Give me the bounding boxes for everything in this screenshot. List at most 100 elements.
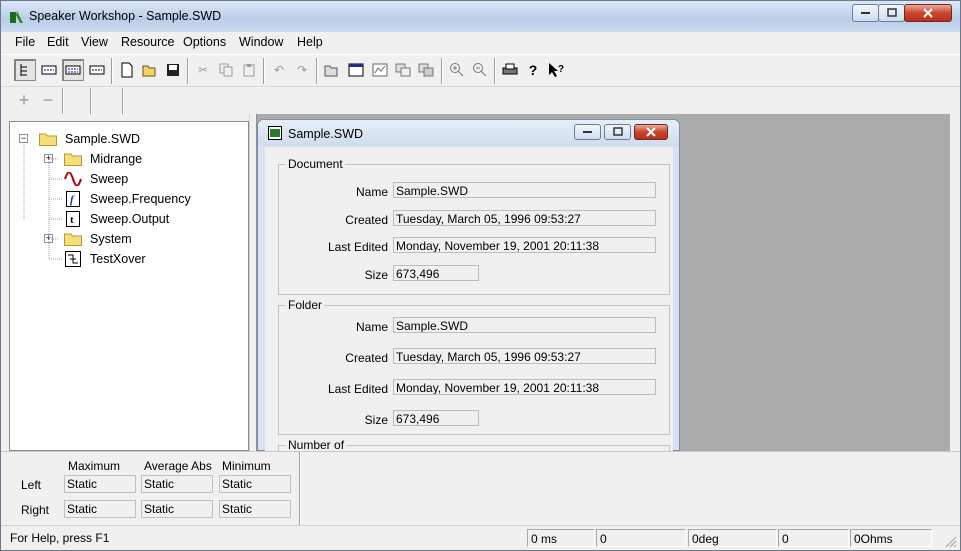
- menu-view[interactable]: View: [81, 35, 108, 49]
- menu-file[interactable]: File: [15, 35, 35, 49]
- tree-item-label: Sample.SWD: [65, 132, 141, 146]
- stat-header-minimum: Minimum: [222, 459, 271, 473]
- field-label: Created: [345, 213, 388, 227]
- open-resource-button[interactable]: [321, 59, 343, 81]
- zoom-in-button[interactable]: [446, 59, 468, 81]
- folder-group: Folder Name Sample.SWD Created Tuesday, …: [278, 298, 670, 435]
- folder-created-field[interactable]: Tuesday, March 05, 1996 09:53:27: [393, 348, 656, 364]
- stat-right-average: Static: [141, 500, 213, 518]
- printer-icon: [502, 63, 518, 75]
- status-phase: 0deg: [688, 529, 777, 547]
- undo-button[interactable]: ↶: [268, 59, 290, 81]
- chart-button[interactable]: [369, 59, 391, 81]
- title-bar: Speaker Workshop - Sample.SWD: [1, 1, 960, 32]
- toolbar-separator: [263, 58, 265, 84]
- folder-name-field[interactable]: Sample.SWD: [393, 317, 656, 333]
- minus-icon: −: [42, 89, 54, 110]
- properties-button[interactable]: [345, 59, 367, 81]
- add-button[interactable]: +: [13, 89, 35, 111]
- question-mark-icon: ?: [528, 62, 538, 78]
- stats-divider: [299, 452, 301, 526]
- toolbar-separator: [494, 58, 496, 84]
- child-window-title: Sample.SWD: [288, 127, 364, 141]
- window-title: Speaker Workshop - Sample.SWD: [29, 9, 222, 23]
- document-edited-field[interactable]: Monday, November 19, 2001 20:11:38: [393, 237, 656, 253]
- pane-splitter[interactable]: [249, 114, 257, 451]
- tree-item-label: System: [90, 232, 132, 246]
- properties-window-icon: [348, 63, 364, 77]
- main-toolbar: ✂ ↶ ↷ ? ?: [1, 54, 960, 86]
- toolbar-separator: [62, 88, 64, 114]
- paste-icon: [243, 64, 255, 77]
- document-created-field[interactable]: Tuesday, March 05, 1996 09:53:27: [393, 210, 656, 226]
- copy-icon: [219, 63, 233, 77]
- open-button[interactable]: [139, 59, 161, 81]
- small-icons-button[interactable]: [38, 59, 60, 81]
- restore-button[interactable]: [878, 4, 905, 22]
- document-size-field[interactable]: 673,496: [393, 265, 479, 281]
- zoom-out-button[interactable]: [469, 59, 491, 81]
- list-view-icon: [65, 65, 81, 75]
- tile-button[interactable]: [392, 59, 414, 81]
- menu-bar: File Edit View Resource Options Window H…: [1, 32, 960, 53]
- tree-connector-lines: [23, 144, 62, 260]
- blank-tool-button-2[interactable]: [94, 89, 116, 111]
- child-title-bar[interactable]: Sample.SWD: [258, 120, 679, 146]
- child-window-body: Document Name Sample.SWD Created Tuesday…: [265, 147, 673, 452]
- main-window: Speaker Workshop - Sample.SWD File Edit …: [0, 0, 961, 551]
- menu-options[interactable]: Options: [183, 35, 226, 49]
- chart-icon: [372, 63, 388, 77]
- child-close-button[interactable]: [634, 124, 668, 140]
- list-view-button[interactable]: [62, 59, 84, 81]
- child-maximize-button[interactable]: [604, 124, 631, 140]
- folder-size-field[interactable]: 673,496: [393, 410, 479, 426]
- toolbar-separator: [90, 88, 92, 114]
- blank-tool-button-1[interactable]: [67, 89, 89, 111]
- cascade-button[interactable]: [415, 59, 437, 81]
- status-value-2: 0: [778, 529, 849, 547]
- zoom-out-icon: [473, 63, 487, 77]
- cut-button[interactable]: ✂: [192, 59, 214, 81]
- stat-row-label-right: Right: [21, 503, 50, 517]
- menu-edit[interactable]: Edit: [47, 35, 69, 49]
- menu-resource[interactable]: Resource: [121, 35, 175, 49]
- secondary-toolbar: + −: [1, 86, 960, 114]
- cascade-windows-icon: [418, 63, 434, 77]
- child-minimize-button[interactable]: [574, 124, 601, 140]
- document-group: Document Name Sample.SWD Created Tuesday…: [278, 157, 670, 295]
- help-about-button[interactable]: ?: [522, 59, 544, 81]
- close-button[interactable]: [904, 4, 952, 22]
- document-name-field[interactable]: Sample.SWD: [393, 182, 656, 198]
- print-button[interactable]: [499, 59, 521, 81]
- new-button[interactable]: [116, 59, 138, 81]
- folder-edited-field[interactable]: Monday, November 19, 2001 20:11:38: [393, 379, 656, 395]
- group-legend: Number of: [286, 438, 347, 452]
- group-legend: Document: [286, 157, 345, 171]
- menu-help[interactable]: Help: [297, 35, 323, 49]
- menu-window[interactable]: Window: [239, 35, 283, 49]
- maximize-icon: [612, 127, 623, 136]
- minimize-icon: [860, 12, 870, 14]
- small-icons-icon: [41, 65, 57, 75]
- remove-button[interactable]: −: [37, 89, 59, 111]
- details-view-icon: [89, 65, 105, 75]
- paste-button[interactable]: [238, 59, 260, 81]
- field-label: Size: [364, 413, 388, 427]
- svg-text:t: t: [70, 214, 74, 226]
- status-bar: For Help, press F1 0 ms 0 0deg 0 0Ohms: [1, 525, 960, 550]
- save-button[interactable]: [162, 59, 184, 81]
- stats-panel: Maximum Average Abs Minimum Left Static …: [1, 451, 960, 526]
- tree-view-button[interactable]: [14, 59, 36, 81]
- resize-grip-icon[interactable]: [945, 536, 957, 548]
- field-label: Last Edited: [327, 382, 388, 396]
- details-view-button[interactable]: [86, 59, 108, 81]
- resource-tree: − Sample.SWD + Midrange Sweep f Sweep.Fr…: [9, 121, 249, 451]
- status-value: 0: [596, 529, 686, 547]
- stat-left-maximum: Static: [64, 475, 136, 493]
- copy-button[interactable]: [215, 59, 237, 81]
- minimize-button[interactable]: [852, 4, 879, 22]
- redo-button[interactable]: ↷: [291, 59, 313, 81]
- group-legend: Folder: [286, 298, 325, 312]
- mdi-client-area: Sample.SWD Document Name Sample.SWD Crea…: [257, 114, 950, 452]
- context-help-button[interactable]: ?: [545, 59, 567, 81]
